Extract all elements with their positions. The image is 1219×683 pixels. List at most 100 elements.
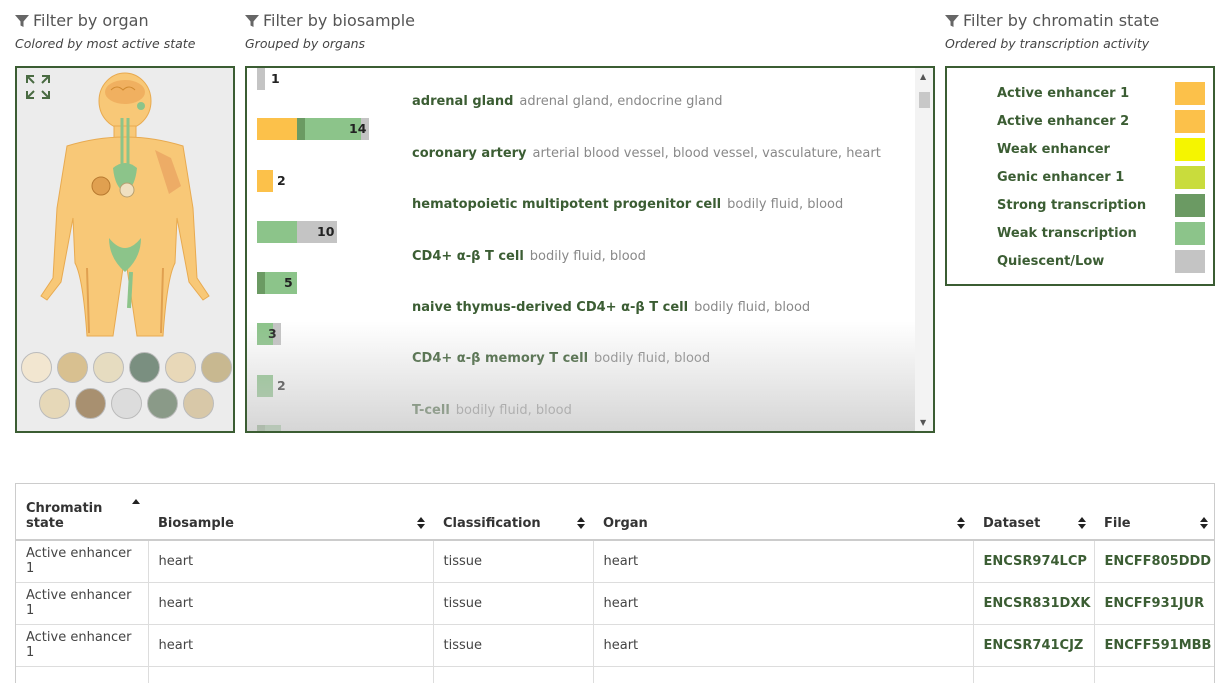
biosample-classification: bodily fluid, blood	[594, 351, 711, 366]
scrollbar-thumb[interactable]	[919, 92, 930, 108]
table-row	[16, 666, 1214, 683]
sort-icon[interactable]	[957, 517, 965, 529]
colon-icon[interactable]	[127, 271, 133, 309]
biosample-item[interactable]: naive thymus-derived CD4+ α-β T cell bodi…	[412, 300, 810, 315]
sort-icon[interactable]	[1200, 517, 1208, 529]
biosample-item[interactable]: CD4+ α-β T cell bodily fluid, blood	[412, 249, 646, 264]
chromatin-state-item[interactable]: Weak transcription	[997, 222, 1205, 246]
biosample-bar[interactable]	[257, 425, 281, 431]
cell-classification: tissue	[433, 540, 594, 583]
organ-filter-title-text: Filter by organ	[33, 11, 149, 30]
chromatin-state-item[interactable]: Strong transcription	[997, 194, 1205, 218]
cell-chromatin-state: Active enhancer 1	[16, 540, 149, 583]
cell-file-link[interactable]: ENCFF805DDD	[1094, 540, 1214, 583]
sort-icon[interactable]	[417, 517, 425, 529]
eye-icon[interactable]	[137, 102, 145, 110]
biosample-classification: bodily fluid, blood	[455, 403, 572, 418]
chromatin-state-label: Active enhancer 2	[997, 114, 1130, 129]
cell-file-link[interactable]: ENCFF931JUR	[1094, 582, 1214, 625]
column-header-organ[interactable]: Organ	[593, 484, 973, 541]
column-header-label: Chromatin state	[26, 501, 103, 531]
cell-dataset-link[interactable]: ENCSR741CJZ	[973, 624, 1095, 667]
column-header-chromatin-state[interactable]: Chromatin state	[16, 484, 148, 541]
biosample-item[interactable]: adrenal gland adrenal gland, endocrine gl…	[412, 94, 722, 109]
cell-biosample: heart	[148, 624, 434, 667]
biosample-filter-title: Filter by biosample	[245, 11, 415, 30]
column-header-label: Dataset	[983, 516, 1041, 531]
biosample-bar[interactable]: 2	[257, 375, 286, 397]
biosample-bar[interactable]: 10	[257, 221, 337, 243]
cell-thumb-9[interactable]	[111, 388, 142, 419]
biosample-scrollbar[interactable]: ▲ ▼	[915, 68, 933, 431]
chromatin-state-item[interactable]: Active enhancer 1	[997, 82, 1205, 106]
column-header-biosample[interactable]: Biosample	[148, 484, 433, 541]
cell-thumb-5[interactable]	[165, 352, 196, 383]
chromatin-state-item[interactable]: Weak enhancer	[997, 138, 1205, 162]
cell-thumb-2[interactable]	[57, 352, 88, 383]
cell-dataset-link[interactable]	[973, 666, 1095, 683]
chromatin-state-label: Strong transcription	[997, 198, 1147, 213]
biosample-bar[interactable]: 14	[257, 118, 369, 140]
cell-classification	[433, 666, 594, 683]
brain-icon[interactable]	[105, 80, 145, 104]
biosample-count: 5	[284, 275, 293, 290]
cell-dataset-link[interactable]: ENCSR974LCP	[973, 540, 1095, 583]
filter-icon	[945, 14, 959, 27]
scroll-up-icon[interactable]: ▲	[920, 72, 926, 81]
cell-thumb-6[interactable]	[201, 352, 232, 383]
biosample-bar[interactable]: 3	[257, 323, 281, 345]
organ-body-map[interactable]	[15, 66, 235, 433]
chromatin-state-legend: Active enhancer 1 Active enhancer 2 Weak…	[945, 66, 1215, 286]
stomach-icon[interactable]	[91, 176, 111, 196]
biosample-name: CD4+ α-β T cell	[412, 249, 524, 264]
column-header-file[interactable]: File	[1094, 484, 1214, 541]
cell-biosample	[148, 666, 434, 683]
chromatin-filter-subtitle: Ordered by transcription activity	[945, 36, 1150, 51]
biosample-item[interactable]: CD4+ α-β memory T cell bodily fluid, bloo…	[412, 351, 710, 366]
chromatin-state-item[interactable]: Genic enhancer 1	[997, 166, 1205, 190]
cell-thumb-11[interactable]	[183, 388, 214, 419]
biosample-classification: bodily fluid, blood	[727, 197, 844, 212]
chromatin-state-swatch	[1175, 250, 1205, 273]
biosample-filter-title-text: Filter by biosample	[263, 11, 415, 30]
cell-organ: heart	[593, 582, 974, 625]
sort-icon[interactable]	[1078, 517, 1086, 529]
biosample-item[interactable]: T-cell bodily fluid, blood	[412, 403, 572, 418]
cell-thumb-3[interactable]	[93, 352, 124, 383]
cell-thumb-7[interactable]	[39, 388, 70, 419]
heart-icon[interactable]	[119, 182, 135, 198]
filter-icon	[245, 14, 259, 27]
biosample-item[interactable]: hematopoietic multipotent progenitor cel…	[412, 197, 843, 212]
cell-thumb-1[interactable]	[21, 352, 52, 383]
column-header-classification[interactable]: Classification	[433, 484, 593, 541]
sort-icon[interactable]	[577, 517, 585, 529]
chromatin-state-item[interactable]: Active enhancer 2	[997, 110, 1205, 134]
biosample-bar[interactable]: 1	[257, 68, 280, 90]
cell-thumb-10[interactable]	[147, 388, 178, 419]
chromatin-state-label: Genic enhancer 1	[997, 170, 1125, 185]
biosample-count: 2	[277, 378, 286, 393]
expand-icon[interactable]	[24, 73, 52, 101]
cell-file-link[interactable]: ENCFF591MBB	[1094, 624, 1214, 667]
scroll-down-icon[interactable]: ▼	[920, 418, 926, 427]
biosample-bar[interactable]: 5	[257, 272, 297, 294]
column-header-dataset[interactable]: Dataset	[973, 484, 1094, 541]
biosample-count: 14	[349, 121, 367, 136]
biosample-classification: adrenal gland, endocrine gland	[519, 94, 723, 109]
biosample-list[interactable]: 1 adrenal gland adrenal gland, endocrine …	[245, 66, 935, 433]
biosample-filter-subtitle: Grouped by organs	[245, 36, 366, 51]
cell-file-link[interactable]	[1094, 666, 1214, 683]
chromatin-state-swatch	[1175, 82, 1205, 105]
cell-dataset-link[interactable]: ENCSR831DXK	[973, 582, 1095, 625]
chromatin-state-item[interactable]: Quiescent/Low	[997, 250, 1205, 274]
body-diagram[interactable]	[17, 68, 233, 348]
biosample-count: 2	[277, 173, 286, 188]
cell-thumb-4[interactable]	[129, 352, 160, 383]
chromatin-state-swatch	[1175, 166, 1205, 189]
cell-thumb-8[interactable]	[75, 388, 106, 419]
sort-asc-icon[interactable]	[132, 497, 140, 509]
biosample-item[interactable]: coronary artery arterial blood vessel, bl…	[412, 146, 881, 161]
cell-chromatin-state: Active enhancer 1	[16, 624, 149, 667]
biosample-name: coronary artery	[412, 146, 527, 161]
biosample-bar[interactable]: 2	[257, 170, 286, 192]
